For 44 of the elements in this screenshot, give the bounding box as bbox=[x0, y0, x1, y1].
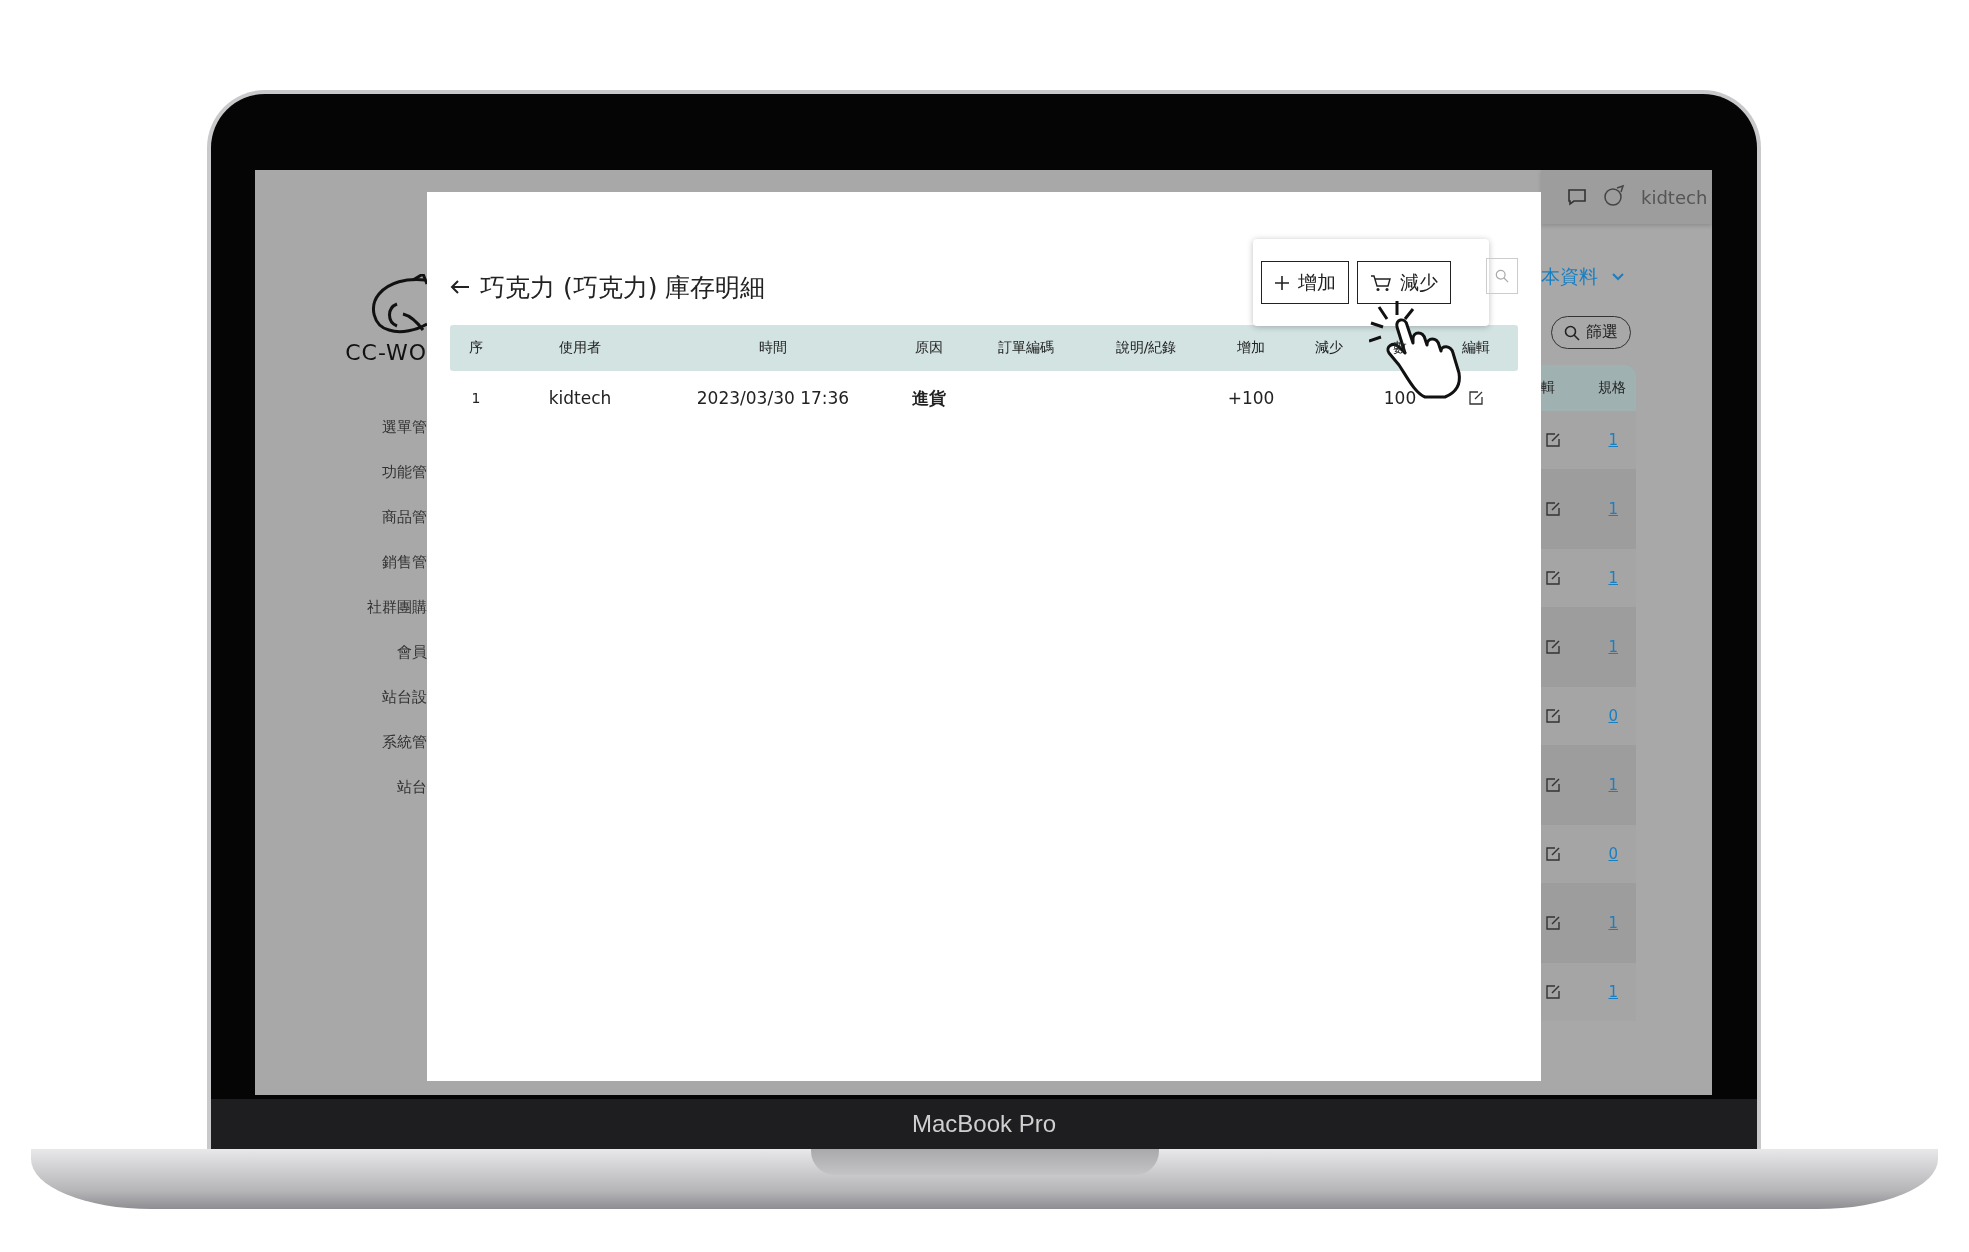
modal-title: 巧克力 (巧克力) 庫存明細 bbox=[480, 271, 766, 304]
sidebar-item[interactable]: 站台設 bbox=[382, 687, 427, 707]
column-header: 訂單編碼 bbox=[997, 339, 1055, 357]
plus-icon bbox=[1274, 274, 1290, 291]
search-icon bbox=[1495, 269, 1509, 283]
edit-icon[interactable] bbox=[1545, 846, 1561, 862]
column-header: 規格 bbox=[1598, 379, 1626, 397]
sidebar-item[interactable]: 銷售管 bbox=[382, 552, 427, 572]
sidebar-item[interactable]: 系統管 bbox=[382, 732, 427, 752]
table-cell: kidtech bbox=[548, 388, 612, 408]
table-cell: 1 bbox=[471, 390, 481, 406]
table-cell: +100 bbox=[1227, 388, 1275, 408]
sidebar-item[interactable]: 會員 bbox=[397, 642, 427, 662]
sidebar-item[interactable]: 社群團購 bbox=[367, 597, 427, 617]
edit-icon[interactable] bbox=[1545, 432, 1561, 448]
column-header: 序 bbox=[468, 339, 484, 357]
column-header: 使用者 bbox=[558, 339, 602, 357]
column-header: 編輯 bbox=[1461, 339, 1491, 357]
edit-icon[interactable] bbox=[1545, 708, 1561, 724]
add-button[interactable]: 增加 bbox=[1261, 261, 1349, 304]
cart-icon bbox=[1370, 273, 1392, 292]
device-label: MacBook Pro bbox=[911, 1110, 1057, 1138]
edit-icon[interactable] bbox=[1545, 570, 1561, 586]
edit-icon[interactable] bbox=[1468, 390, 1484, 406]
table-cell: 2023/03/30 17:36 bbox=[696, 388, 850, 408]
back-arrow-icon[interactable] bbox=[450, 279, 470, 295]
edit-icon[interactable] bbox=[1545, 984, 1561, 1000]
search-icon bbox=[1564, 324, 1580, 341]
logo-text: CC-WO bbox=[345, 340, 427, 365]
column-header: 增加 bbox=[1236, 339, 1266, 357]
sidebar-item[interactable]: 站台 bbox=[397, 777, 427, 797]
column-header: 時間 bbox=[758, 339, 788, 357]
sidebar-item[interactable]: 商品管 bbox=[382, 507, 427, 527]
chat-icon[interactable] bbox=[1567, 188, 1587, 206]
column-header: 數 bbox=[1392, 339, 1408, 357]
sidebar-item[interactable]: 功能管 bbox=[382, 462, 427, 482]
reduce-button[interactable]: 減少 bbox=[1357, 261, 1451, 304]
table-cell: 進貨 bbox=[912, 386, 946, 410]
column-header: 說明/紀錄 bbox=[1114, 339, 1178, 357]
column-header: 原因 bbox=[914, 339, 944, 357]
column-header: 輯 bbox=[1541, 379, 1555, 397]
column-header: 減少 bbox=[1314, 339, 1344, 357]
table-cell: 100 bbox=[1383, 388, 1417, 408]
sidebar-item[interactable]: 選單管 bbox=[382, 417, 427, 437]
